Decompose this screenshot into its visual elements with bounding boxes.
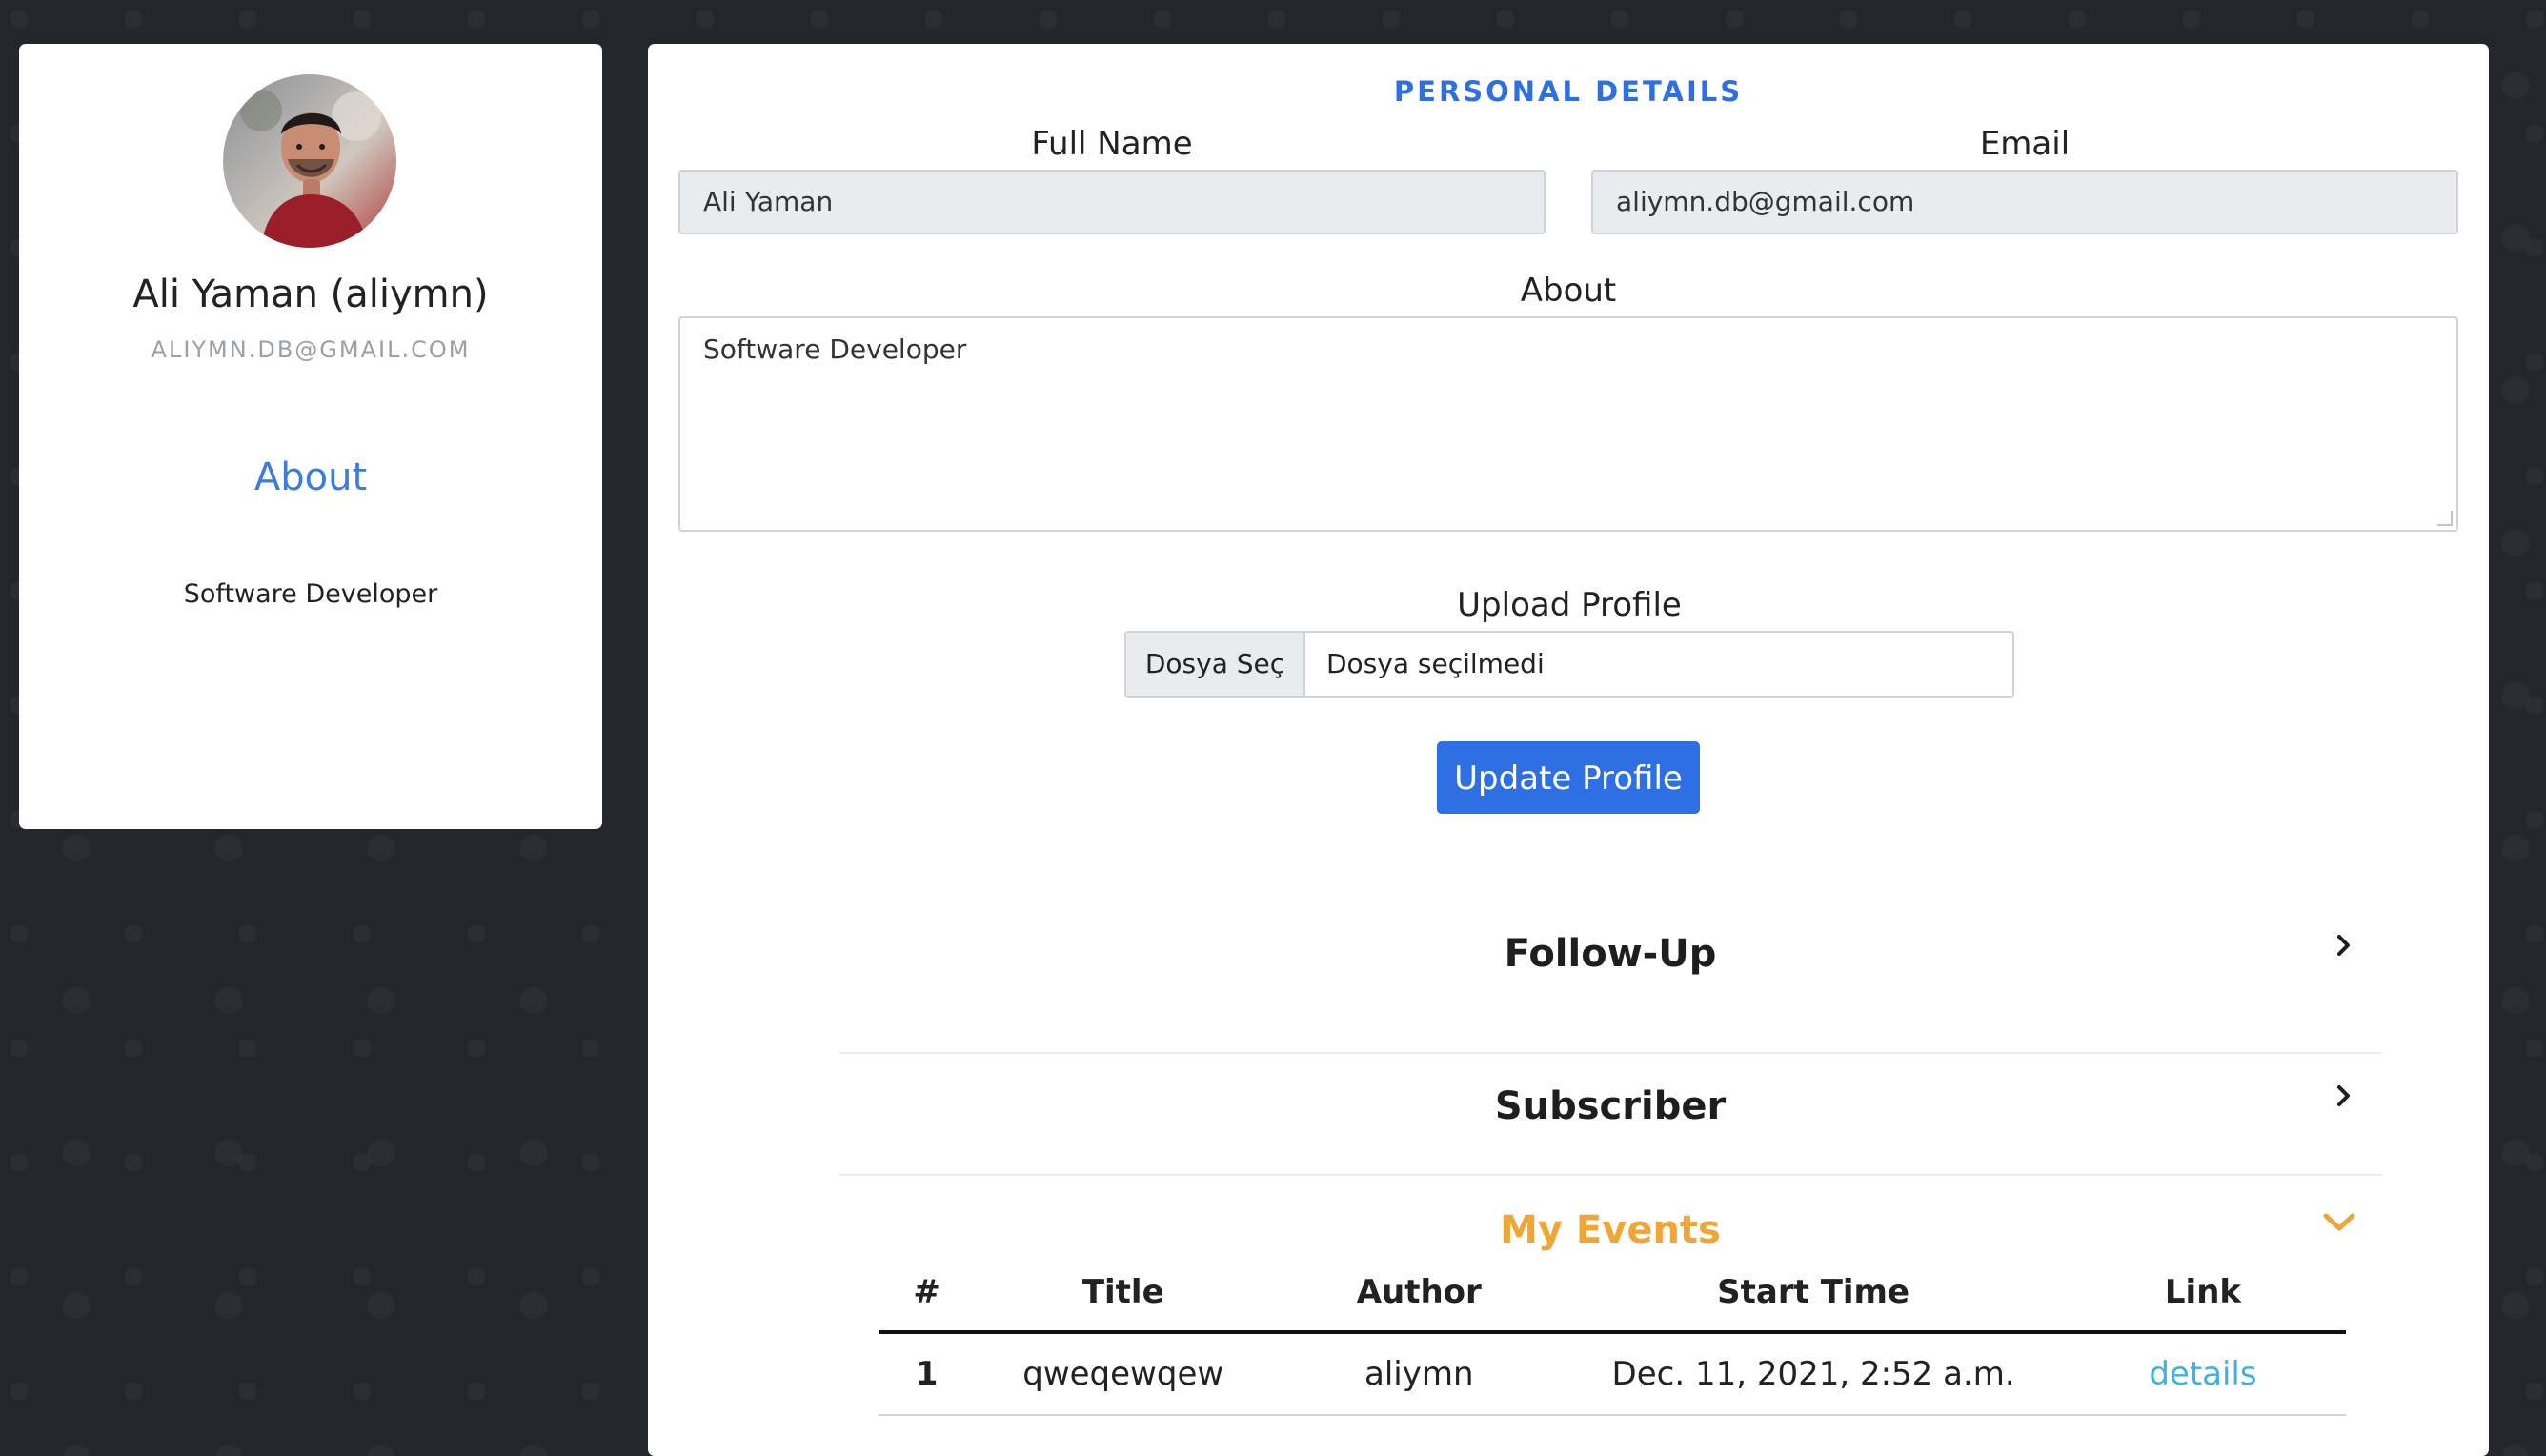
full-name-label: Full Name bbox=[1031, 125, 1193, 163]
table-header-row: # Title Author Start Time Link bbox=[879, 1254, 2346, 1334]
chevron-down-icon[interactable] bbox=[2323, 1212, 2355, 1233]
email-label: Email bbox=[1979, 125, 2071, 163]
resize-grip-icon[interactable] bbox=[2437, 511, 2453, 526]
personal-details-title: PERSONAL DETAILS bbox=[1393, 75, 1744, 108]
avatar-photo bbox=[223, 74, 396, 248]
column-link: Link bbox=[2059, 1254, 2346, 1334]
profile-email: ALIYMN.DB@GMAIL.COM bbox=[151, 336, 471, 363]
personal-details-card: PERSONAL DETAILS Full Name Ali Yaman Ema… bbox=[648, 44, 2489, 1456]
choose-file-button[interactable]: Dosya Seç bbox=[1126, 633, 1305, 696]
email-field[interactable]: aliymn.db@gmail.com bbox=[1591, 170, 2458, 234]
about-heading: About bbox=[253, 455, 368, 499]
my-events-title: My Events bbox=[1500, 1208, 1721, 1252]
column-author: Author bbox=[1271, 1254, 1567, 1334]
full-name-field[interactable]: Ali Yaman bbox=[678, 170, 1546, 234]
about-label: About bbox=[1520, 272, 1617, 310]
events-table: # Title Author Start Time Link 1 qweqewq… bbox=[879, 1254, 2346, 1416]
avatar bbox=[223, 74, 396, 248]
follow-up-title: Follow-Up bbox=[1504, 932, 1717, 976]
about-textarea[interactable]: Software Developer bbox=[678, 316, 2458, 532]
file-status-text: Dosya seçilmedi bbox=[1326, 648, 1545, 679]
subscriber-title: Subscriber bbox=[1494, 1084, 1727, 1128]
column-number: # bbox=[879, 1254, 976, 1334]
event-details-link[interactable]: details bbox=[2149, 1355, 2256, 1393]
column-start-time: Start Time bbox=[1566, 1254, 2060, 1334]
about-text: Software Developer bbox=[183, 579, 438, 609]
update-profile-button[interactable]: Update Profile bbox=[1437, 741, 1700, 814]
chevron-right-icon[interactable] bbox=[2333, 1084, 2355, 1107]
event-title: qweqewqew bbox=[975, 1332, 1272, 1416]
chevron-right-icon[interactable] bbox=[2333, 934, 2355, 957]
profile-upload-field[interactable]: Dosya Seç Dosya seçilmedi bbox=[1124, 631, 2014, 698]
event-author: aliymn bbox=[1271, 1332, 1567, 1416]
upload-profile-label: Upload Profile bbox=[1457, 586, 1682, 624]
section-follow-up[interactable]: Follow-Up bbox=[839, 909, 2382, 1054]
event-number: 1 bbox=[879, 1332, 976, 1416]
event-start-time: Dec. 11, 2021, 2:52 a.m. bbox=[1566, 1332, 2060, 1416]
section-subscriber[interactable]: Subscriber bbox=[839, 1052, 2382, 1176]
column-title: Title bbox=[975, 1254, 1272, 1334]
event-link-cell: details bbox=[2059, 1332, 2346, 1416]
about-textarea-text: Software Developer bbox=[703, 334, 967, 365]
table-row: 1 qweqewqew aliymn Dec. 11, 2021, 2:52 a… bbox=[879, 1332, 2346, 1416]
profile-name: Ali Yaman (aliymn) bbox=[132, 273, 489, 316]
profile-card: Ali Yaman (aliymn) ALIYMN.DB@GMAIL.COM A… bbox=[19, 44, 602, 829]
